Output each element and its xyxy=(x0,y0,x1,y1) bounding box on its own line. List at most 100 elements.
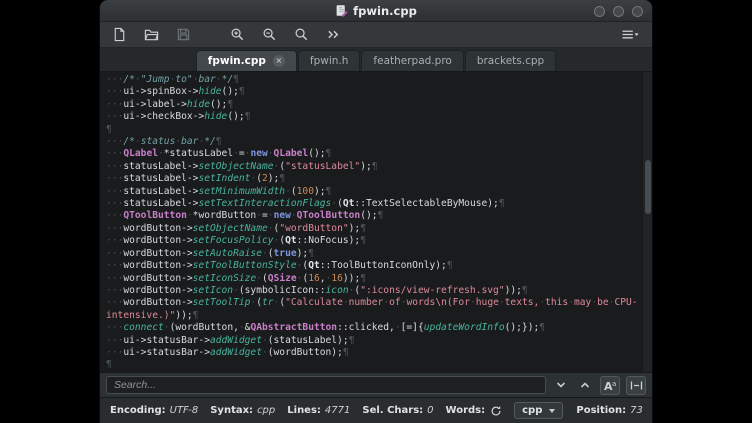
zoom-out-icon xyxy=(262,27,277,42)
status-item-label: Words: xyxy=(446,405,486,416)
desktop-background: fpwin.cpp xyxy=(0,0,752,423)
match-case-button[interactable]: Aa xyxy=(600,376,620,395)
close-button[interactable] xyxy=(632,6,643,17)
status-item-label: Syntax: xyxy=(210,405,253,416)
code-line: ···QToolButton·*wordButton·=·new·QToolBu… xyxy=(106,210,642,222)
search-input[interactable] xyxy=(106,376,546,394)
code-line: ¶ xyxy=(106,124,642,136)
new-file-icon xyxy=(112,27,127,42)
tab-fpwin-cpp[interactable]: fpwin.cpp × xyxy=(196,50,297,71)
find-next-button[interactable] xyxy=(552,376,570,394)
vertical-scrollbar[interactable] xyxy=(642,72,652,372)
whole-word-button[interactable] xyxy=(626,376,646,395)
status-item-value: UTF-8 xyxy=(170,405,199,416)
status-item: Lines: 4771 xyxy=(287,405,350,416)
code-line: ···ui->checkBox->hide();¶ xyxy=(106,111,642,123)
save-file-button[interactable] xyxy=(173,25,193,45)
open-file-button[interactable] xyxy=(141,25,161,45)
open-folder-icon xyxy=(144,27,159,42)
tab-brackets-cpp[interactable]: brackets.cpp xyxy=(465,50,556,71)
title-group: fpwin.cpp xyxy=(335,4,417,18)
featherpad-window: fpwin.cpp xyxy=(100,0,652,423)
status-left-group: Encoding: UTF-8 Syntax: cpp Lines: 4771 Sel. C… xyxy=(110,405,502,417)
search-bar: Aa xyxy=(100,372,652,397)
status-item-value: cpp xyxy=(257,405,275,416)
code-line: ···connect·(wordButton,·&QAbstractButton… xyxy=(106,322,642,334)
search-icon xyxy=(294,27,309,42)
minimize-button[interactable] xyxy=(594,6,605,17)
app-icon xyxy=(335,4,348,17)
tab-close-icon[interactable]: × xyxy=(273,55,285,67)
syntax-selector-value: cpp xyxy=(522,405,542,416)
code-line: ¶ xyxy=(106,359,642,371)
new-file-button[interactable] xyxy=(109,25,129,45)
code-line: ···statusLabel->setIndent·(2);¶ xyxy=(106,173,642,185)
status-item: Sel. Chars: 0 xyxy=(362,405,433,416)
save-icon xyxy=(176,27,191,42)
tab-label: brackets.cpp xyxy=(477,55,544,67)
code-line: ···/*·"Jump·to"·bar·*/¶ xyxy=(106,74,642,86)
status-right-group: cpp Position: 73 xyxy=(514,402,643,419)
svg-text:a: a xyxy=(612,380,616,388)
code-line: ···wordButton->setFocusPolicy·(Qt::NoFoc… xyxy=(106,235,642,247)
scrollbar-thumb[interactable] xyxy=(645,160,651,214)
code-line: ···wordButton->setObjectName·("wordButto… xyxy=(106,223,642,235)
refresh-icon xyxy=(490,405,502,417)
code-line: ···statusLabel->setTextInteractionFlags·… xyxy=(106,198,642,210)
maximize-button[interactable] xyxy=(613,6,624,17)
toolbar xyxy=(100,22,652,48)
tab-featherpad-pro[interactable]: featherpad.pro xyxy=(361,50,463,71)
tab-label: featherpad.pro xyxy=(373,55,451,67)
zoom-in-icon xyxy=(230,27,245,42)
cursor-position: Position: 73 xyxy=(576,405,643,416)
tab-fpwin-h[interactable]: fpwin.h xyxy=(298,50,361,71)
code-line: ···wordButton->setIcon·(symbolicIcon::ic… xyxy=(106,285,642,297)
tab-bar: fpwin.cpp × fpwin.h featherpad.pro brackets.… xyxy=(100,48,652,72)
code-line: ···statusLabel->setMinimumWidth·(100);¶ xyxy=(106,186,642,198)
tab-label: fpwin.h xyxy=(310,55,349,67)
tab-label: fpwin.cpp xyxy=(208,55,266,67)
status-item: Syntax: cpp xyxy=(210,405,275,416)
code-area[interactable]: ···/*·"Jump·to"·bar·*/¶···ui->spinBox->h… xyxy=(100,72,642,372)
window-controls xyxy=(594,0,643,22)
code-line: ···ui->label->hide();¶ xyxy=(106,99,642,111)
code-line: ···QLabel·*statusLabel·=·new·QLabel();¶ xyxy=(106,148,642,160)
chevron-down-icon xyxy=(555,379,567,391)
status-item-label: Lines: xyxy=(287,405,321,416)
chevron-up-icon xyxy=(579,379,591,391)
code-line: ···wordButton->setAutoRaise·(true);¶ xyxy=(106,248,642,260)
zoom-in-button[interactable] xyxy=(227,25,247,45)
chevron-down-icon xyxy=(549,409,555,413)
position-value: 73 xyxy=(630,405,643,416)
code-line: ···ui->spinBox->hide();¶ xyxy=(106,86,642,98)
status-item: Encoding: UTF-8 xyxy=(110,405,198,416)
code-line: ···/*·status·bar·*/¶ xyxy=(106,136,642,148)
status-item-value: 4771 xyxy=(325,405,350,416)
jump-button[interactable] xyxy=(323,25,343,45)
code-editor[interactable]: ···/*·"Jump·to"·bar·*/¶···ui->spinBox->h… xyxy=(100,72,652,372)
code-line: ···wordButton->setToolButtonStyle·(Qt::T… xyxy=(106,260,642,272)
zoom-out-button[interactable] xyxy=(259,25,279,45)
menu-icon xyxy=(620,27,640,42)
status-item-label: Sel. Chars: xyxy=(362,405,423,416)
status-item-label: Encoding: xyxy=(110,405,166,416)
whole-word-icon xyxy=(630,379,643,392)
search-button[interactable] xyxy=(291,25,311,45)
titlebar[interactable]: fpwin.cpp xyxy=(100,0,652,22)
word-count-refresh-button[interactable] xyxy=(490,405,502,417)
find-previous-button[interactable] xyxy=(576,376,594,394)
window-title: fpwin.cpp xyxy=(353,4,417,18)
code-line: intensive.)"));¶ xyxy=(106,310,642,322)
double-chevron-right-icon xyxy=(326,27,341,42)
status-item-value: 0 xyxy=(427,405,433,416)
position-label: Position: xyxy=(576,405,626,416)
status-item: Words: xyxy=(446,405,503,417)
code-line: ···wordButton->setToolTip·(tr·("Calculat… xyxy=(106,297,642,309)
code-line: ···ui->statusBar->addWidget·(statusLabel… xyxy=(106,335,642,347)
code-line: ···statusLabel->setObjectName·("statusLa… xyxy=(106,161,642,173)
status-bar: Encoding: UTF-8 Syntax: cpp Lines: 4771 Sel. C… xyxy=(100,397,652,423)
match-case-icon: Aa xyxy=(603,379,617,392)
code-line: ···wordButton->setIconSize·(QSize·(16,·1… xyxy=(106,273,642,285)
menu-button[interactable] xyxy=(617,25,643,45)
syntax-selector[interactable]: cpp xyxy=(514,402,563,419)
